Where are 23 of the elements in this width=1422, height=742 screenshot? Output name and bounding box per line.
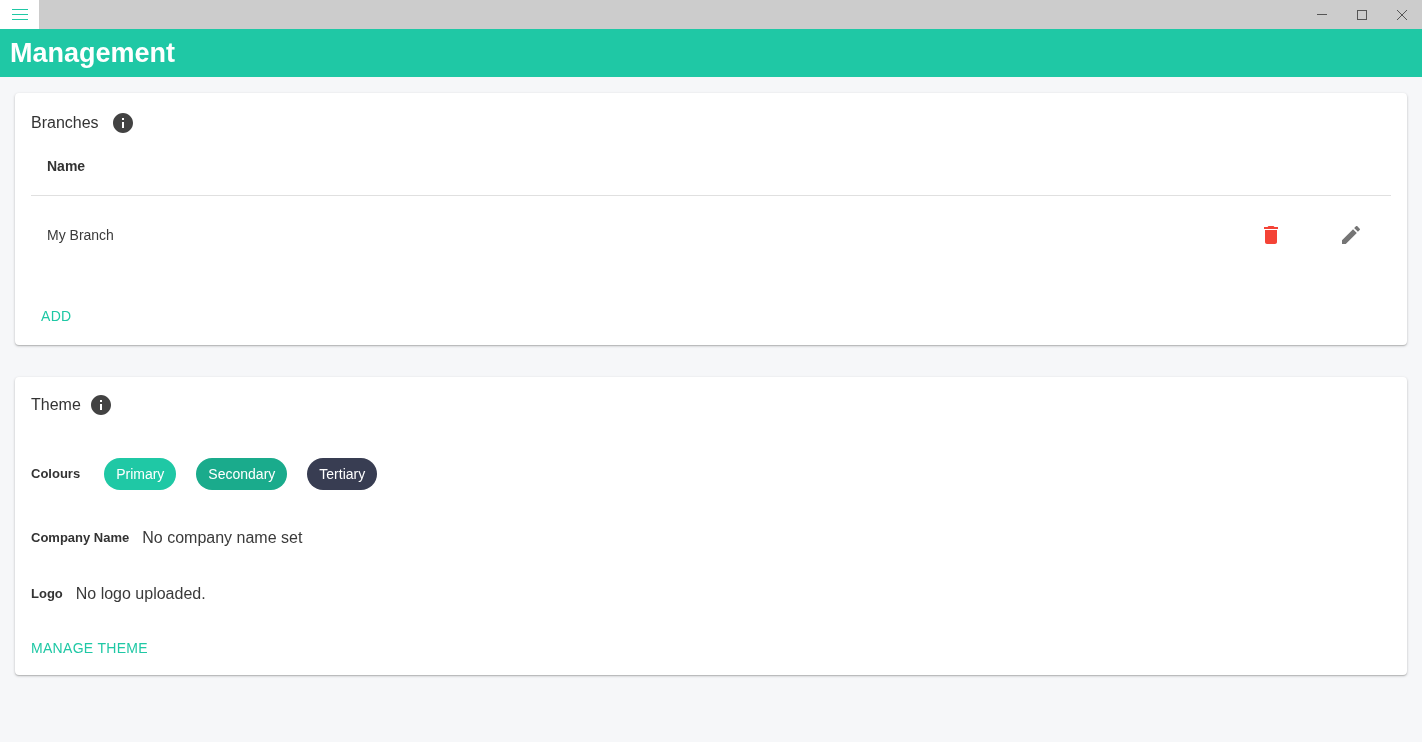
field-label: Colours (31, 465, 81, 483)
card-title: Branches (31, 113, 99, 133)
manage-theme-button[interactable]: MANAGE THEME (31, 638, 148, 658)
info-icon[interactable] (112, 113, 133, 133)
close-icon (1397, 9, 1407, 20)
pencil-icon (1342, 226, 1360, 244)
field-value: No company name set (142, 528, 303, 548)
menu-icon (11, 9, 28, 20)
column-header: Name (46, 157, 86, 175)
page-title: Management (10, 37, 176, 69)
table-cell-text: My Branch (46, 226, 115, 244)
theme-chip[interactable]: Tertiary (307, 458, 378, 490)
field-label: Logo (31, 585, 63, 603)
theme-chip[interactable]: Primary (104, 458, 177, 490)
add-button[interactable]: ADD (31, 298, 82, 334)
info-icon[interactable] (90, 395, 111, 415)
card-title: Theme (31, 395, 81, 415)
trash-icon (1264, 226, 1278, 244)
field-label: Company Name (31, 529, 130, 547)
field-value: No logo uploaded. (75, 584, 206, 604)
theme-chip[interactable]: Secondary (196, 458, 288, 490)
maximize-icon (1357, 9, 1367, 20)
minimize-icon (1317, 14, 1327, 15)
